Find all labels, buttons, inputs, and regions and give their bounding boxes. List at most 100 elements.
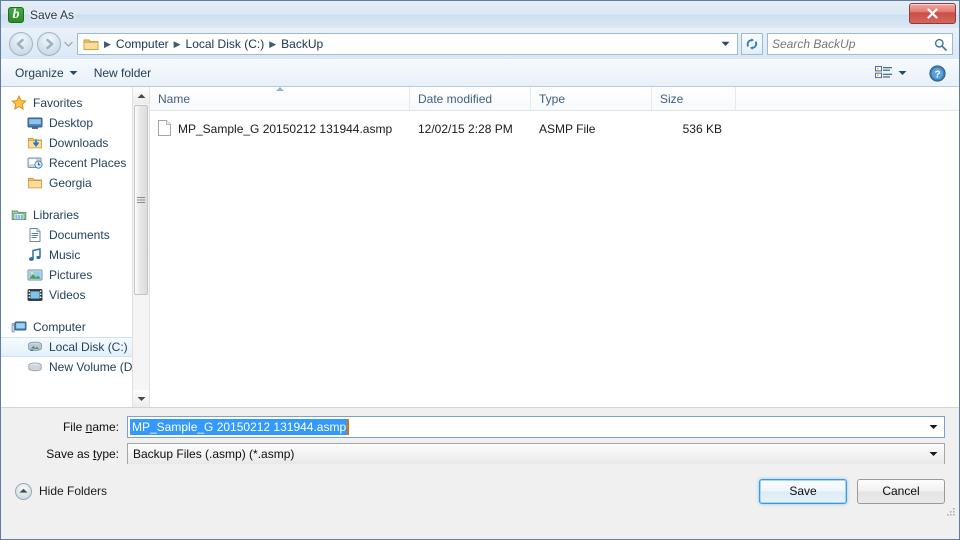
hide-folders-button[interactable]: Hide Folders: [15, 482, 108, 500]
search-input[interactable]: [772, 37, 933, 51]
grip-icon: [137, 197, 145, 203]
file-name-value[interactable]: MP_Sample_G 20150212 131944.asmp: [130, 419, 350, 435]
refresh-icon: [746, 38, 758, 50]
breadcrumb[interactable]: ▶ Computer ▶ Local Disk (C:) ▶ BackUp: [77, 33, 738, 55]
label-prefix: File: [62, 420, 86, 434]
column-header-type[interactable]: Type: [531, 87, 652, 110]
breadcrumb-item-computer[interactable]: Computer: [113, 37, 172, 51]
backup-app-icon: [8, 6, 24, 24]
caret-down-icon: [929, 425, 937, 429]
scroll-up-icon: [137, 93, 145, 98]
save-as-type-select[interactable]: Backup Files (.asmp) (*.asmp): [127, 443, 945, 465]
refresh-button[interactable]: [741, 33, 763, 55]
label-prefix: Save as: [46, 447, 93, 461]
sidebar-item-label: Pictures: [49, 268, 93, 282]
desktop-icon: [27, 115, 43, 131]
save-as-type-label: Save as type:: [15, 447, 127, 461]
file-list-pane: Name Date modified Type Size MP_Sample_G…: [150, 87, 959, 407]
file-name-label: MP_Sample_G 20150212 131944.asmp: [178, 122, 393, 136]
file-name-dropdown-button[interactable]: [926, 417, 940, 437]
search-box[interactable]: [767, 33, 953, 55]
organize-button[interactable]: Organize: [7, 63, 86, 83]
sidebar-group-label: Libraries: [33, 208, 80, 222]
sidebar-group-label: Favorites: [33, 96, 83, 110]
cancel-button[interactable]: Cancel: [857, 478, 945, 504]
column-header-name[interactable]: Name: [150, 87, 410, 110]
sidebar-item-recent-places[interactable]: Recent Places: [1, 153, 149, 173]
sidebar-item-label: Recent Places: [49, 156, 127, 170]
file-name-input[interactable]: MP_Sample_G 20150212 131944.asmp: [127, 416, 945, 438]
sidebar-group-label: Computer: [33, 320, 86, 334]
sidebar-item-new-volume-d[interactable]: New Volume (D:): [1, 357, 149, 377]
window-title: Save As: [30, 7, 75, 22]
sidebar-item-label: Music: [49, 248, 81, 262]
file-icon: [158, 119, 171, 139]
organize-label: Organize: [15, 66, 64, 80]
sidebar-item-pictures[interactable]: Pictures: [1, 265, 149, 285]
breadcrumb-item-backup[interactable]: BackUp: [278, 37, 326, 51]
hard-drive-icon: [27, 339, 43, 355]
sidebar-item-music[interactable]: Music: [1, 245, 149, 265]
sidebar-scrollbar[interactable]: [132, 87, 149, 407]
address-dropdown-button[interactable]: [717, 41, 733, 47]
file-name-row: File name: MP_Sample_G 20150212 131944.a…: [15, 416, 945, 438]
title-bar[interactable]: Save As: [1, 1, 959, 29]
sidebar-item-label: Georgia: [49, 176, 92, 190]
column-header-size[interactable]: Size: [652, 87, 736, 110]
downloads-folder-icon: [27, 135, 43, 151]
sidebar-item-documents[interactable]: Documents: [1, 225, 149, 245]
sidebar-item-downloads[interactable]: Downloads: [1, 133, 149, 153]
dialog-body: Favorites Desktop Downloads Recent Place…: [1, 87, 959, 408]
sidebar-group-libraries[interactable]: Libraries: [1, 205, 149, 225]
scroll-down-button[interactable]: [133, 390, 149, 407]
forward-arrow-icon: [46, 38, 54, 50]
drive-icon: [27, 359, 43, 375]
videos-icon: [27, 287, 43, 303]
sidebar-item-label: Downloads: [49, 136, 109, 150]
address-bar-container: ▶ Computer ▶ Local Disk (C:) ▶ BackUp: [1, 29, 959, 59]
hide-folders-label: Hide Folders: [39, 484, 108, 498]
help-button[interactable]: ?: [924, 63, 951, 84]
sidebar-item-georgia[interactable]: Georgia: [1, 173, 149, 193]
sidebar-item-local-disk-c[interactable]: Local Disk (C:): [1, 337, 149, 357]
file-name-label: File name:: [15, 420, 127, 434]
breadcrumb-item-local-disk[interactable]: Local Disk (C:): [183, 37, 268, 51]
sidebar-group-favorites[interactable]: Favorites: [1, 93, 149, 113]
resize-grip-icon[interactable]: [944, 504, 956, 516]
search-icon: [933, 38, 948, 51]
sidebar-item-label: Documents: [49, 228, 110, 242]
forward-button[interactable]: [37, 32, 61, 56]
sidebar-item-label: Desktop: [49, 116, 94, 130]
music-icon: [27, 247, 43, 263]
history-dropdown-button[interactable]: [61, 41, 75, 47]
sidebar-item-desktop[interactable]: Desktop: [1, 113, 149, 133]
scroll-down-icon: [137, 396, 145, 401]
save-as-dialog: Save As: [0, 0, 960, 540]
new-folder-label: New folder: [93, 66, 152, 80]
column-label: Date modified: [418, 91, 493, 106]
breadcrumb-separator: ▶: [269, 38, 277, 49]
navigation-pane: Favorites Desktop Downloads Recent Place…: [1, 87, 150, 407]
footer-buttons: Save Cancel: [759, 478, 945, 504]
table-row[interactable]: MP_Sample_G 20150212 131944.asmp 12/02/1…: [150, 117, 959, 141]
view-mode-button[interactable]: [870, 64, 912, 82]
sidebar-item-videos[interactable]: Videos: [1, 285, 149, 305]
computer-icon: [11, 319, 27, 335]
breadcrumb-separator: ▶: [104, 38, 111, 49]
label-suffix: ype:: [96, 447, 119, 461]
back-button[interactable]: [9, 32, 33, 56]
scrollbar-thumb[interactable]: [134, 105, 148, 295]
view-list-icon: [875, 66, 892, 79]
save-as-type-value: Backup Files (.asmp) (*.asmp): [133, 447, 295, 461]
dialog-footer: Hide Folders Save Cancel: [1, 464, 959, 518]
sidebar-group-computer[interactable]: Computer: [1, 317, 149, 337]
column-header-date-modified[interactable]: Date modified: [410, 87, 531, 110]
save-button[interactable]: Save: [759, 478, 847, 504]
close-button[interactable]: [909, 3, 956, 24]
folder-icon: [27, 175, 43, 191]
new-folder-button[interactable]: New folder: [86, 63, 159, 83]
save-as-type-dropdown-button[interactable]: [926, 444, 940, 464]
scroll-up-button[interactable]: [133, 87, 149, 104]
save-form: File name: MP_Sample_G 20150212 131944.a…: [1, 408, 959, 465]
column-label: Type: [539, 91, 566, 106]
